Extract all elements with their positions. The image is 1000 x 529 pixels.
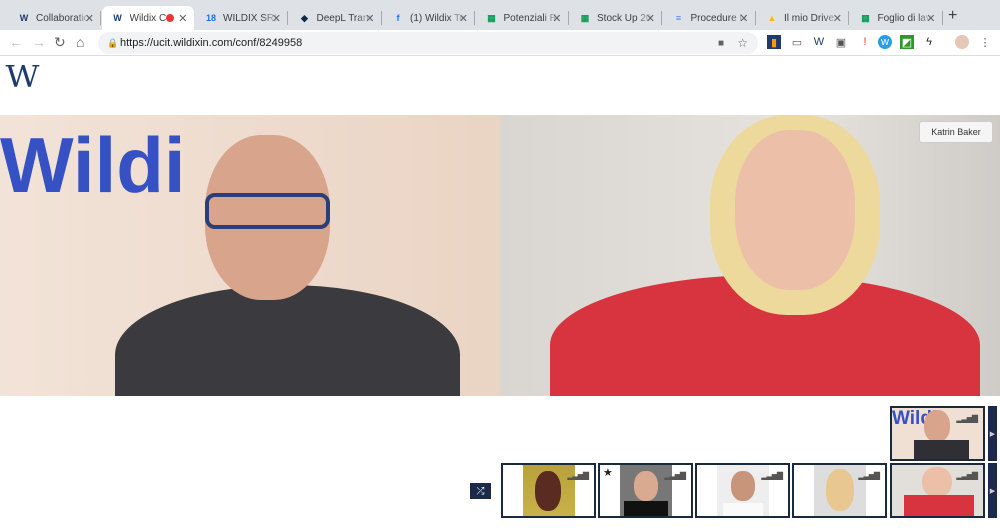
calendar-icon: 18: [205, 13, 216, 23]
tab-label: Procedure N: [690, 12, 747, 24]
speaker-name-badge: Katrin Baker: [919, 121, 993, 143]
expand-arrow-button[interactable]: ▶: [988, 463, 997, 518]
url-text: https://ucit.wildixin.com/conf/8249958: [120, 37, 303, 49]
extension-wildix-icon[interactable]: W: [812, 35, 826, 49]
close-tab-icon[interactable]: ✕: [552, 12, 561, 25]
menu-icon[interactable]: ⋮: [978, 35, 992, 49]
signal-icon: ▂▃▅▇: [956, 414, 978, 423]
docs-icon: ≡: [675, 13, 682, 23]
tab[interactable]: ▦ Foglio di lav ✕: [850, 6, 943, 30]
bookmark-star-icon[interactable]: ☆: [737, 36, 748, 50]
face: [922, 467, 952, 497]
tab-bar: W Collaboration ✕ W Wildix C ✕ 18 WILDIX SRL ✕ ◆ D…: [0, 0, 1000, 30]
sheets-icon: ▦: [487, 12, 496, 23]
close-tab-icon[interactable]: ✕: [646, 12, 655, 25]
extension-screen-icon[interactable]: ▭: [790, 35, 804, 49]
drive-icon: ▲: [767, 13, 777, 23]
thumbnail-participant[interactable]: ▂▃▅▇: [792, 463, 887, 518]
back-icon[interactable]: ←: [9, 34, 23, 50]
extension-puzzle-icon[interactable]: ▣: [834, 35, 848, 49]
tab-label: Collaboration: [36, 12, 92, 24]
signal-icon: ▂▃▅▇: [567, 471, 589, 480]
tab-label: Wildix C: [129, 12, 167, 24]
tab[interactable]: ▲ Il mio Drive ✕: [756, 6, 849, 30]
extension-badge-icon[interactable]: !: [858, 35, 872, 49]
wildix-icon: W: [113, 13, 122, 23]
recording-icon: [165, 14, 174, 22]
extension-chart-icon[interactable]: ▮: [767, 35, 781, 49]
tab-label: Stock Up 20: [597, 12, 652, 24]
thumbnail-participant[interactable]: ▂▃▅▇: [890, 463, 985, 518]
new-tab-button[interactable]: +: [948, 7, 957, 25]
facebook-icon: f: [396, 13, 400, 23]
tab[interactable]: W Collaboration ✕: [8, 6, 101, 30]
signal-icon: ▂▃▅▇: [664, 471, 686, 480]
close-tab-icon[interactable]: ✕: [272, 12, 281, 25]
close-tab-icon[interactable]: ✕: [85, 12, 94, 25]
thumbnail-participant[interactable]: Wildi ▂▃▅▇: [890, 406, 985, 461]
extension-cast-icon[interactable]: ◩: [900, 35, 914, 49]
sheets-icon: ▦: [861, 12, 870, 23]
home-icon[interactable]: ⌂: [76, 34, 84, 50]
shuffle-button[interactable]: ⤮: [470, 483, 491, 499]
star-icon[interactable]: ★: [603, 466, 613, 479]
glasses: [205, 193, 330, 229]
tab[interactable]: ▦ Potenziali Ri ✕: [476, 6, 569, 30]
tab-divider: [941, 11, 943, 25]
close-tab-icon[interactable]: ✕: [833, 12, 842, 25]
tab-divider: [100, 11, 101, 25]
tab-label: WILDIX SRL: [223, 12, 279, 24]
body: [904, 495, 974, 516]
tab[interactable]: W Wildix C ✕: [101, 6, 194, 30]
deepl-icon: ◆: [301, 12, 308, 23]
tab[interactable]: ▦ Stock Up 20 ✕: [569, 6, 662, 30]
signal-icon: ▂▃▅▇: [858, 471, 880, 480]
video-tile-main-left[interactable]: Wildi: [0, 115, 500, 396]
lock-icon: 🔒: [107, 37, 119, 48]
thumbnail-participant[interactable]: ▂▃▅▇: [695, 463, 790, 518]
video-tile-main-right[interactable]: [500, 115, 1000, 396]
tab[interactable]: ≡ Procedure N ✕: [663, 6, 756, 30]
tab-label: DeepL Transl: [316, 12, 373, 24]
forward-icon[interactable]: →: [32, 34, 46, 50]
extension-bolt-icon[interactable]: ϟ: [922, 35, 936, 49]
participant-body: [115, 285, 460, 396]
tab-label: Potenziali Ri: [503, 12, 560, 24]
thumbnail-participant[interactable]: ▂▃▅▇: [501, 463, 596, 518]
reload-icon[interactable]: ↻: [54, 34, 66, 51]
extension-globe-icon[interactable]: w: [878, 35, 892, 49]
close-tab-icon[interactable]: ✕: [926, 12, 935, 25]
signal-icon: ▂▃▅▇: [761, 471, 783, 480]
wildix-icon: W: [19, 13, 29, 23]
signal-icon: ▂▃▅▇: [956, 471, 978, 480]
wildix-logo[interactable]: W: [5, 60, 39, 95]
tab-label: (1) Wildix Te: [410, 12, 465, 24]
close-tab-icon[interactable]: ✕: [365, 12, 374, 25]
profile-avatar[interactable]: [955, 35, 969, 49]
body: [914, 440, 969, 459]
tab-label: Il mio Drive: [784, 12, 835, 24]
tab[interactable]: ◆ DeepL Transl ✕: [289, 6, 382, 30]
expand-arrow-button[interactable]: ▶: [988, 406, 997, 461]
address-bar: ← → ↻ ⌂ 🔒 https://ucit.wildixin.com/conf…: [0, 30, 1000, 56]
tab[interactable]: f (1) Wildix Te ✕: [382, 6, 475, 30]
tab[interactable]: 18 WILDIX SRL ✕: [195, 6, 288, 30]
close-tab-icon[interactable]: ✕: [739, 12, 748, 25]
participant-face: [735, 130, 855, 290]
close-tab-icon[interactable]: ✕: [178, 12, 187, 25]
thumbnail-participant[interactable]: ★ ▂▃▅▇: [598, 463, 693, 518]
face: [924, 410, 950, 442]
camera-icon[interactable]: ■: [718, 38, 724, 49]
close-tab-icon[interactable]: ✕: [459, 12, 468, 25]
sheets-icon: ▦: [580, 12, 590, 23]
tab-label: Foglio di lav: [877, 12, 931, 24]
brand-backdrop-text: Wildi: [0, 121, 186, 209]
url-input[interactable]: 🔒 https://ucit.wildixin.com/conf/8249958…: [98, 32, 758, 54]
